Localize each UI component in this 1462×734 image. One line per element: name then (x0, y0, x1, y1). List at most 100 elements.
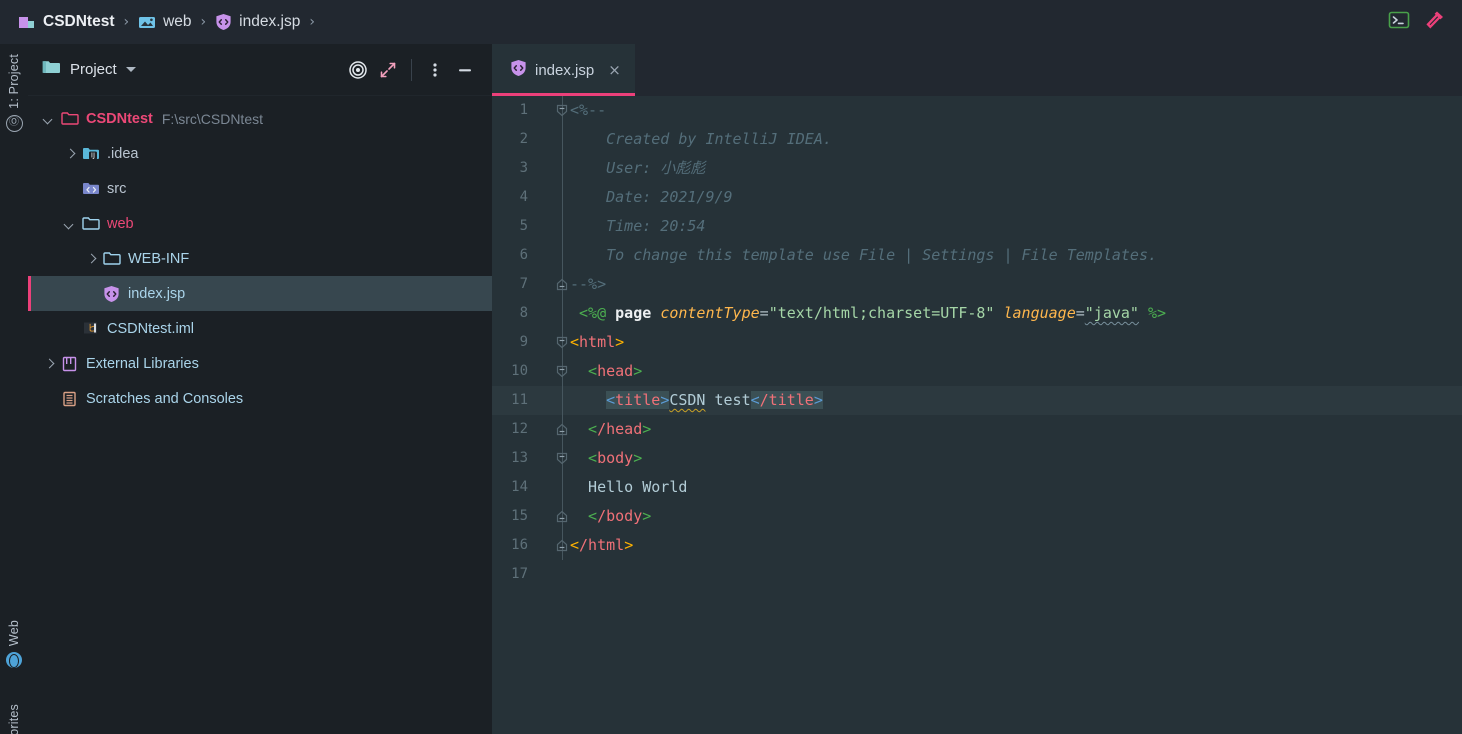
code-line[interactable]: 10 <head> (492, 357, 1462, 386)
breadcrumb: CSDNtest › web › index.jsp › (0, 13, 324, 31)
code-token: --%> (570, 275, 607, 293)
code-line[interactable]: 12 </head> (492, 415, 1462, 444)
chevron-down-icon[interactable] (63, 217, 76, 230)
code-editor[interactable]: 1 <%-- 2 Created by IntelliJ IDEA. 3 User:… (492, 96, 1462, 734)
chevron-right-icon[interactable] (84, 252, 97, 265)
tree-arrow-placeholder (63, 182, 76, 195)
code-line[interactable]: 8 <%@ page contentType="text/html;charse… (492, 299, 1462, 328)
tree-arrow-placeholder (63, 322, 76, 335)
tab-index-jsp[interactable]: index.jsp × (492, 44, 635, 96)
code-token: To change this template use File | Setti… (570, 246, 1157, 264)
tree-item-path: F:\src\CSDNtest (161, 110, 263, 127)
collapse-all-button[interactable] (373, 55, 403, 85)
close-icon[interactable]: × (608, 62, 621, 78)
title-bar: CSDNtest › web › index.jsp › (0, 0, 1462, 44)
code-line[interactable]: 11 <title>CSDN test</title> (492, 386, 1462, 415)
line-number: 11 (511, 392, 528, 408)
fold-collapse-icon[interactable] (554, 357, 570, 386)
code-line-text: </html> (570, 531, 633, 560)
code-token: < (570, 420, 598, 438)
chevron-right-icon: › (309, 14, 315, 30)
code-line[interactable]: 3 User: 小彪彪 (492, 154, 1462, 183)
folder-icon (82, 215, 100, 233)
iml-file-icon: ヒ (82, 320, 100, 338)
tree-item-label: CSDNtest.iml (107, 320, 195, 337)
options-menu-button[interactable] (420, 55, 450, 85)
code-line[interactable]: 14 Hello World (492, 473, 1462, 502)
code-line[interactable]: 16 </html> (492, 531, 1462, 560)
code-line[interactable]: 5 Time: 20:54 (492, 212, 1462, 241)
code-line[interactable]: 9 <html> (492, 328, 1462, 357)
tree-item-src[interactable]: src (28, 171, 492, 206)
sidebar-item-favorites[interactable]: 2: Favorites (0, 704, 28, 734)
code-token: <%-- (570, 101, 607, 119)
tree-item-web[interactable]: web (28, 206, 492, 241)
tree-item-csdntest[interactable]: CSDNtest F:\src\CSDNtest (28, 101, 492, 136)
chevron-right-icon[interactable] (42, 357, 55, 370)
tree-item-index-jsp[interactable]: index.jsp (28, 276, 492, 311)
fold-collapse-icon[interactable] (554, 96, 570, 125)
project-tree[interactable]: CSDNtest F:\src\CSDNtest IJ .idea src web WEB-… (28, 96, 492, 416)
tree-item-label: index.jsp (128, 285, 186, 302)
web-folder-icon (138, 14, 156, 30)
project-panel-title: Project (70, 61, 117, 78)
code-line[interactable]: 13 <body> (492, 444, 1462, 473)
line-number: 6 (519, 247, 528, 263)
tree-item-label: WEB-INF (128, 250, 190, 267)
tree-item-scratches-and-consoles[interactable]: Scratches and Consoles (28, 381, 492, 416)
sidebar-item-web[interactable]: Web (0, 620, 28, 669)
code-line[interactable]: 7 --%> (492, 270, 1462, 299)
chevron-right-icon[interactable] (63, 147, 76, 160)
tree-item-label: src (107, 180, 127, 197)
code-line[interactable]: 4 Date: 2021/9/9 (492, 183, 1462, 212)
fold-region-line (561, 154, 563, 183)
code-line[interactable]: 15 </body> (492, 502, 1462, 531)
locate-target-button[interactable] (343, 55, 373, 85)
line-number: 5 (519, 218, 528, 234)
line-number: 15 (511, 508, 528, 524)
code-token: test (705, 391, 751, 409)
project-icon: Ⓞ (5, 114, 23, 132)
code-line[interactable]: 1 <%-- (492, 96, 1462, 125)
code-line[interactable]: 6 To change this template use File | Set… (492, 241, 1462, 270)
fold-expand-icon[interactable] (554, 415, 570, 444)
build-hammer-icon[interactable] (1424, 9, 1446, 36)
tree-item-external-libraries[interactable]: External Libraries (28, 346, 492, 381)
code-token: contentType (660, 304, 760, 322)
tree-arrow-placeholder (42, 392, 55, 405)
tree-item-label: Scratches and Consoles (86, 390, 244, 407)
fold-expand-icon[interactable] (554, 270, 570, 299)
fold-region-line (561, 299, 563, 328)
fold-expand-icon[interactable] (554, 502, 570, 531)
code-token: Hello World (570, 478, 688, 496)
tree-item-web-inf[interactable]: WEB-INF (28, 241, 492, 276)
breadcrumb-item-index-jsp[interactable]: index.jsp (215, 13, 300, 31)
code-token: < (570, 449, 598, 467)
line-number: 2 (519, 131, 528, 147)
code-token: < (570, 507, 598, 525)
line-number: 17 (511, 566, 528, 582)
tool-window-label-project: 1: Project (7, 54, 21, 109)
fold-collapse-icon[interactable] (554, 328, 570, 357)
code-token: > (813, 391, 823, 409)
breadcrumb-item-web[interactable]: web (138, 13, 192, 31)
chevron-down-icon[interactable] (42, 112, 55, 125)
breadcrumb-label: CSDNtest (43, 13, 115, 30)
fold-collapse-icon[interactable] (554, 444, 570, 473)
breadcrumb-item-csdntest[interactable]: CSDNtest (18, 13, 114, 31)
hide-panel-button[interactable] (450, 55, 480, 85)
chevron-down-icon[interactable] (125, 67, 136, 72)
code-line[interactable]: 2 Created by IntelliJ IDEA. (492, 125, 1462, 154)
line-number: 12 (511, 421, 528, 437)
module-folder-icon (61, 110, 79, 128)
terminal-icon[interactable] (1388, 10, 1410, 35)
jsp-file-icon (103, 285, 121, 303)
sidebar-item-project[interactable]: 1: Project Ⓞ (0, 54, 28, 132)
tree-item-csdntest-iml[interactable]: ヒ CSDNtest.iml (28, 311, 492, 346)
code-line-text: Date: 2021/9/9 (570, 183, 732, 212)
fold-expand-icon[interactable] (554, 531, 570, 560)
code-line[interactable]: 17 (492, 560, 1462, 589)
tree-item--idea[interactable]: IJ .idea (28, 136, 492, 171)
code-line-text: --%> (570, 270, 606, 299)
